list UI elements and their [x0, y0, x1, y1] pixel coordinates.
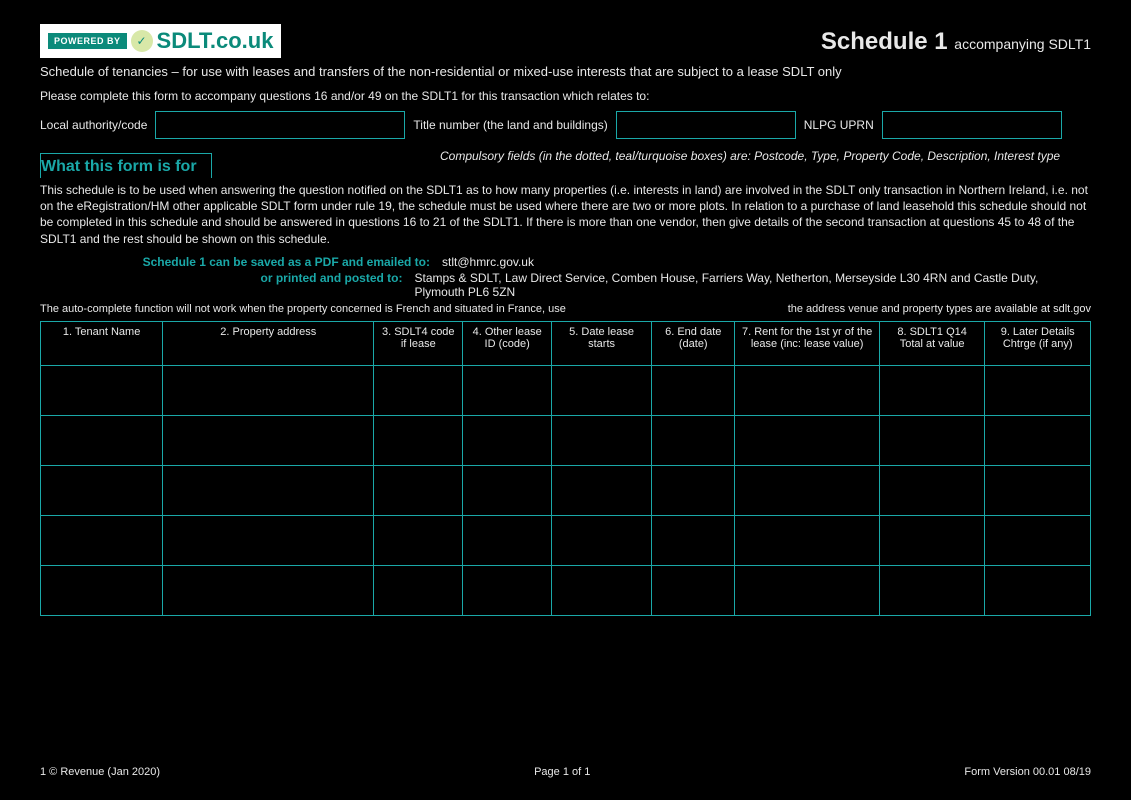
table-cell[interactable] [552, 465, 652, 515]
table-cell[interactable] [652, 465, 735, 515]
col-header-6: 6. End date (date) [652, 321, 735, 365]
table-cell[interactable] [652, 415, 735, 465]
footer: 1 © Revenue (Jan 2020) Page 1 of 1 Form … [40, 766, 1091, 778]
compulsory-note: Compulsory fields (in the dotted, teal/t… [440, 149, 1060, 163]
table-cell[interactable] [463, 515, 552, 565]
table-cell[interactable] [552, 515, 652, 565]
instruction-line: Please complete this form to accompany q… [40, 89, 1091, 103]
table-cell[interactable] [985, 515, 1091, 565]
table-cell[interactable] [163, 465, 374, 515]
table-row [41, 465, 1091, 515]
table-cell[interactable] [652, 565, 735, 615]
col-header-5: 5. Date lease starts [552, 321, 652, 365]
footer-center: Page 1 of 1 [534, 766, 590, 778]
table-row [41, 515, 1091, 565]
table-cell[interactable] [735, 415, 879, 465]
table-cell[interactable] [41, 365, 163, 415]
body-explanation: This schedule is to be used when answeri… [40, 182, 1091, 247]
logo-icon: ✓ [131, 30, 153, 52]
local-auth-label: Local authority/code [40, 118, 147, 132]
nlpg-input[interactable] [882, 111, 1062, 139]
table-cell[interactable] [985, 365, 1091, 415]
table-cell[interactable] [735, 565, 879, 615]
col-header-3: 3. SDLT4 code if lease [374, 321, 463, 365]
autocomplete-right: the address venue and property types are… [788, 303, 1091, 315]
page-title: Schedule 1 accompanying SDLT1 [821, 28, 1091, 56]
logo-brand: SDLT.co.uk [157, 28, 274, 54]
autocomplete-left: The auto-complete function will not work… [40, 303, 788, 315]
table-cell[interactable] [463, 565, 552, 615]
col-header-8: 8. SDLT1 Q14 Total at value [879, 321, 985, 365]
schedule-table: 1. Tenant Name 2. Property address 3. SD… [40, 321, 1091, 616]
submit-post-row: or printed and posted to: Stamps & SDLT,… [40, 271, 1091, 299]
col-header-4: 4. Other lease ID (code) [463, 321, 552, 365]
nlpg-label: NLPG UPRN [804, 118, 874, 132]
table-cell[interactable] [879, 465, 985, 515]
footer-left: 1 © Revenue (Jan 2020) [40, 766, 160, 778]
local-auth-input[interactable] [155, 111, 405, 139]
table-cell[interactable] [374, 465, 463, 515]
table-cell[interactable] [463, 415, 552, 465]
table-row [41, 365, 1091, 415]
reference-inputs: Local authority/code Title number (the l… [40, 111, 1091, 139]
table-cell[interactable] [463, 365, 552, 415]
autocomplete-note: The auto-complete function will not work… [40, 303, 1091, 315]
table-row [41, 565, 1091, 615]
table-cell[interactable] [163, 515, 374, 565]
title-number-input[interactable] [616, 111, 796, 139]
table-cell[interactable] [163, 365, 374, 415]
col-header-1: 1. Tenant Name [41, 321, 163, 365]
footer-right: Form Version 00.01 08/19 [964, 766, 1091, 778]
table-cell[interactable] [163, 565, 374, 615]
col-header-2: 2. Property address [163, 321, 374, 365]
table-cell[interactable] [463, 465, 552, 515]
post-address: Stamps & SDLT, Law Direct Service, Combe… [415, 271, 1092, 299]
table-cell[interactable] [985, 565, 1091, 615]
logo: POWERED BY ✓ SDLT.co.uk [40, 24, 281, 58]
save-pdf-email: stlt@hmrc.gov.uk [442, 255, 534, 269]
table-cell[interactable] [41, 565, 163, 615]
table-cell[interactable] [374, 415, 463, 465]
logo-powered-label: POWERED BY [48, 33, 127, 49]
table-cell[interactable] [985, 465, 1091, 515]
table-cell[interactable] [652, 515, 735, 565]
table-cell[interactable] [552, 565, 652, 615]
table-row [41, 415, 1091, 465]
table-cell[interactable] [652, 365, 735, 415]
submit-email-row: Schedule 1 can be saved as a PDF and ema… [40, 255, 1091, 269]
col-header-7: 7. Rent for the 1st yr of the lease (inc… [735, 321, 879, 365]
post-label: or printed and posted to: [40, 271, 403, 299]
table-cell[interactable] [374, 515, 463, 565]
save-pdf-label: Schedule 1 can be saved as a PDF and ema… [40, 255, 430, 269]
table-cell[interactable] [41, 515, 163, 565]
section-heading: What this form is for [40, 153, 212, 178]
table-cell[interactable] [41, 415, 163, 465]
table-cell[interactable] [552, 415, 652, 465]
table-cell[interactable] [735, 365, 879, 415]
title-small: accompanying SDLT1 [954, 36, 1091, 52]
table-cell[interactable] [879, 515, 985, 565]
table-cell[interactable] [879, 565, 985, 615]
table-cell[interactable] [374, 565, 463, 615]
table-cell[interactable] [735, 515, 879, 565]
subtitle: Schedule of tenancies – for use with lea… [40, 64, 1091, 79]
table-cell[interactable] [163, 415, 374, 465]
table-cell[interactable] [374, 365, 463, 415]
table-cell[interactable] [879, 365, 985, 415]
table-cell[interactable] [879, 415, 985, 465]
table-cell[interactable] [41, 465, 163, 515]
table-cell[interactable] [735, 465, 879, 515]
title-big: Schedule 1 [821, 28, 954, 55]
table-cell[interactable] [552, 365, 652, 415]
col-header-9: 9. Later Details Chtrge (if any) [985, 321, 1091, 365]
table-header-row: 1. Tenant Name 2. Property address 3. SD… [41, 321, 1091, 365]
title-number-label: Title number (the land and buildings) [413, 118, 607, 132]
table-cell[interactable] [985, 415, 1091, 465]
